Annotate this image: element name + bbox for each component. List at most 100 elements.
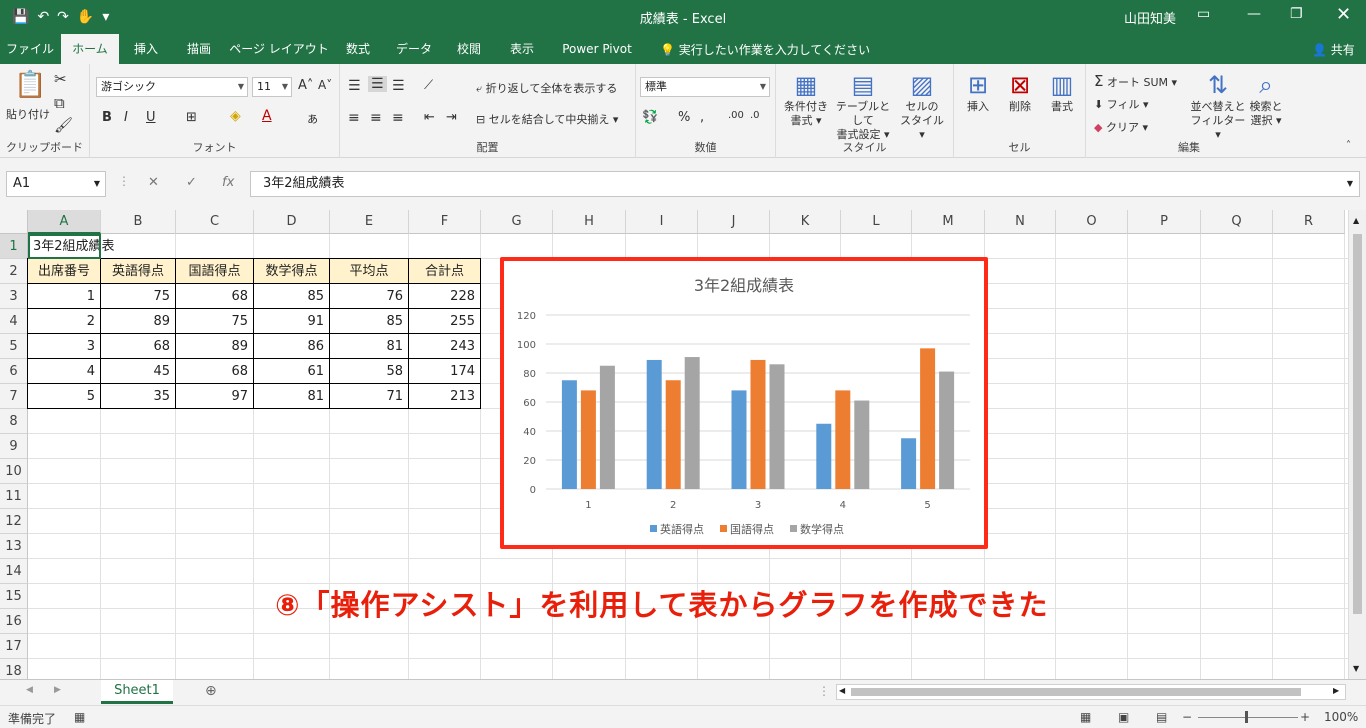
table-header-cell[interactable]: 国語得点 [176,259,254,284]
sheet-tab-sheet1[interactable]: Sheet1 [101,680,173,704]
delete-cells-button[interactable]: ⊠ 削除 [1000,70,1040,114]
maximize-icon[interactable]: ❐ [1290,6,1303,22]
tab-insert[interactable]: 挿入 [120,34,172,64]
table-cell[interactable]: 81 [254,384,330,409]
underline-button[interactable]: U [146,110,156,125]
macro-record-icon[interactable]: ▦ [74,710,85,724]
font-name-combo[interactable]: 游ゴシック ▼ [96,77,248,97]
comma-icon[interactable]: , [700,110,704,125]
table-header-cell[interactable]: 平均点 [330,259,409,284]
minimize-icon[interactable]: — [1247,6,1261,22]
autosum-button[interactable]: Σ オート SUM ▾ [1094,72,1177,90]
tab-split-icon[interactable]: ⋮ [818,684,830,698]
table-cell[interactable]: 3 [28,334,101,359]
sort-filter-button[interactable]: ⇅ 並べ替えと フィルター ▾ [1190,70,1246,142]
table-cell[interactable]: 174 [409,359,481,384]
scroll-up-icon[interactable]: ▲ [1353,216,1359,225]
row-header-17[interactable]: 17 [0,634,28,659]
table-cell[interactable]: 2 [28,309,101,334]
clear-button[interactable]: ◆ クリア ▾ [1094,119,1148,135]
page-break-view-icon[interactable]: ▤ [1156,710,1167,724]
scroll-right-icon[interactable]: ▶ [1333,686,1339,695]
tell-me-box[interactable]: 💡 実行したい作業を入力してください [660,41,870,58]
cancel-icon[interactable]: ✕ [148,175,159,190]
percent-icon[interactable]: % [678,110,690,125]
column-header-d[interactable]: D [254,210,330,234]
column-header-f[interactable]: F [409,210,481,234]
align-bottom-icon[interactable]: ☰ [392,78,405,94]
cell-styles-button[interactable]: ▨ セルの スタイル ▾ [896,70,948,142]
column-chart[interactable]: 3年2組成績表 0 20 40 60 80 100 120 1 2 3 4 5 英語得点 国語得点 数学得点 [504,261,984,545]
row-header-2[interactable]: 2 [0,259,28,284]
worksheet-grid[interactable]: A B C D E F G H I J K L M N O P Q R 1 2 3 4 5 6 7 8 9 10 11 12 13 14 15 1… [0,210,1348,679]
column-header-p[interactable]: P [1128,210,1201,234]
next-sheet-icon[interactable]: ▶ [54,685,61,695]
table-cell[interactable]: 228 [409,284,481,309]
vertical-scroll-thumb[interactable] [1353,234,1362,614]
row-header-13[interactable]: 13 [0,534,28,559]
scroll-down-icon[interactable]: ▼ [1353,664,1359,673]
tab-review[interactable]: 校閲 [444,34,494,64]
tab-file[interactable]: ファイル [0,34,60,64]
column-header-a[interactable]: A [28,210,101,234]
row-header-16[interactable]: 16 [0,609,28,634]
table-cell[interactable]: 61 [254,359,330,384]
tab-home[interactable]: ホーム [61,34,119,64]
zoom-slider[interactable] [1198,717,1298,718]
conditional-format-button[interactable]: ▦ 条件付き 書式 ▾ [778,70,834,128]
table-cell[interactable]: 76 [330,284,409,309]
page-layout-view-icon[interactable]: ▣ [1118,710,1129,724]
vertical-scrollbar[interactable]: ▲ ▼ [1348,210,1366,679]
column-header-b[interactable]: B [101,210,176,234]
column-header-j[interactable]: J [698,210,770,234]
cut-icon[interactable]: ✂ [54,70,67,88]
font-size-combo[interactable]: 11 ▼ [252,77,292,97]
copy-icon[interactable]: ⧉ [54,94,65,112]
align-right-icon[interactable]: ≡ [392,110,404,126]
align-top-icon[interactable]: ☰ [348,78,361,94]
column-header-i[interactable]: I [626,210,698,234]
table-cell[interactable]: 5 [28,384,101,409]
tab-power-pivot[interactable]: Power Pivot [552,34,642,64]
row-header-7[interactable]: 7 [0,384,28,409]
increase-indent-icon[interactable]: ⇥ [446,110,457,125]
table-cell[interactable]: 213 [409,384,481,409]
accounting-icon[interactable]: 💱 [642,110,658,125]
horizontal-scrollbar[interactable]: ◀ ▶ [836,684,1346,700]
align-left-icon[interactable]: ≡ [348,110,360,126]
column-header-l[interactable]: L [841,210,912,234]
table-header-cell[interactable]: 数学得点 [254,259,330,284]
row-header-9[interactable]: 9 [0,434,28,459]
zoom-slider-thumb[interactable] [1245,711,1248,723]
row-header-11[interactable]: 11 [0,484,28,509]
table-cell[interactable]: 68 [176,284,254,309]
table-cell[interactable]: 75 [101,284,176,309]
normal-view-icon[interactable]: ▦ [1080,710,1091,724]
table-cell[interactable]: 68 [101,334,176,359]
table-cell[interactable]: 68 [176,359,254,384]
orientation-icon[interactable]: ⟋ [424,78,433,93]
row-header-1[interactable]: 1 [0,234,28,259]
column-header-g[interactable]: G [481,210,553,234]
collapse-ribbon-icon[interactable]: ˄ [1346,140,1351,151]
bold-button[interactable]: B [102,110,112,125]
tab-formulas[interactable]: 数式 [332,34,384,64]
paste-icon[interactable]: 📋 [14,70,46,100]
fill-color-icon[interactable]: ◈ [230,108,241,124]
new-sheet-icon[interactable]: ⊕ [205,683,217,699]
row-header-14[interactable]: 14 [0,559,28,584]
table-cell[interactable]: 58 [330,359,409,384]
table-cell[interactable]: 89 [101,309,176,334]
ribbon-display-icon[interactable]: ▭ [1197,6,1210,22]
zoom-level[interactable]: 100% [1324,710,1358,724]
decrease-decimal-icon[interactable]: .0 [750,110,760,121]
row-header-10[interactable]: 10 [0,459,28,484]
column-header-h[interactable]: H [553,210,626,234]
table-cell[interactable]: 85 [254,284,330,309]
formula-input[interactable]: 3年2組成績表 ▼ [250,171,1360,197]
zoom-out-icon[interactable]: − [1182,710,1192,724]
insert-cells-button[interactable]: ⊞ 挿入 [958,70,998,114]
column-header-r[interactable]: R [1273,210,1345,234]
format-as-table-button[interactable]: ▤ テーブルとして 書式設定 ▾ [832,70,894,142]
column-header-e[interactable]: E [330,210,409,234]
